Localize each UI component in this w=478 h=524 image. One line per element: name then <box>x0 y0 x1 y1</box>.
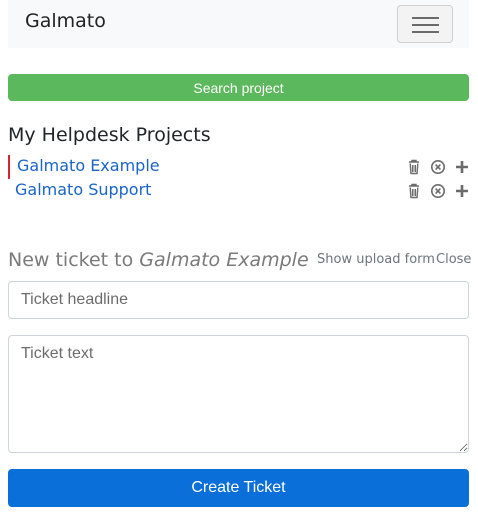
ticket-headline-input[interactable] <box>8 281 469 319</box>
menu-toggle-button[interactable] <box>397 5 453 43</box>
new-ticket-prefix: New ticket to <box>8 249 134 271</box>
navbar: Galmato <box>8 0 469 48</box>
remove-circle-icon[interactable] <box>430 182 446 200</box>
trash-icon[interactable] <box>406 158 422 176</box>
project-link[interactable]: Galmato Example <box>17 156 160 175</box>
new-ticket-heading: New ticket to Galmato Example <box>8 249 309 271</box>
plus-icon[interactable] <box>454 182 470 200</box>
project-item: Galmato Support <box>8 179 472 203</box>
create-ticket-button[interactable]: Create Ticket <box>8 469 469 507</box>
show-upload-form-link[interactable]: Show upload form <box>317 252 435 267</box>
search-project-button[interactable]: Search project <box>8 74 469 101</box>
new-ticket-project-name: Galmato Example <box>139 249 309 271</box>
plus-icon[interactable] <box>454 158 470 176</box>
project-item: Galmato Example <box>8 155 472 179</box>
remove-circle-icon[interactable] <box>430 158 446 176</box>
brand-name[interactable]: Galmato <box>25 10 106 32</box>
close-link[interactable]: Close <box>436 252 471 267</box>
ticket-text-textarea[interactable] <box>8 335 469 453</box>
projects-title: My Helpdesk Projects <box>8 124 211 146</box>
trash-icon[interactable] <box>406 182 422 200</box>
project-link[interactable]: Galmato Support <box>15 180 151 199</box>
